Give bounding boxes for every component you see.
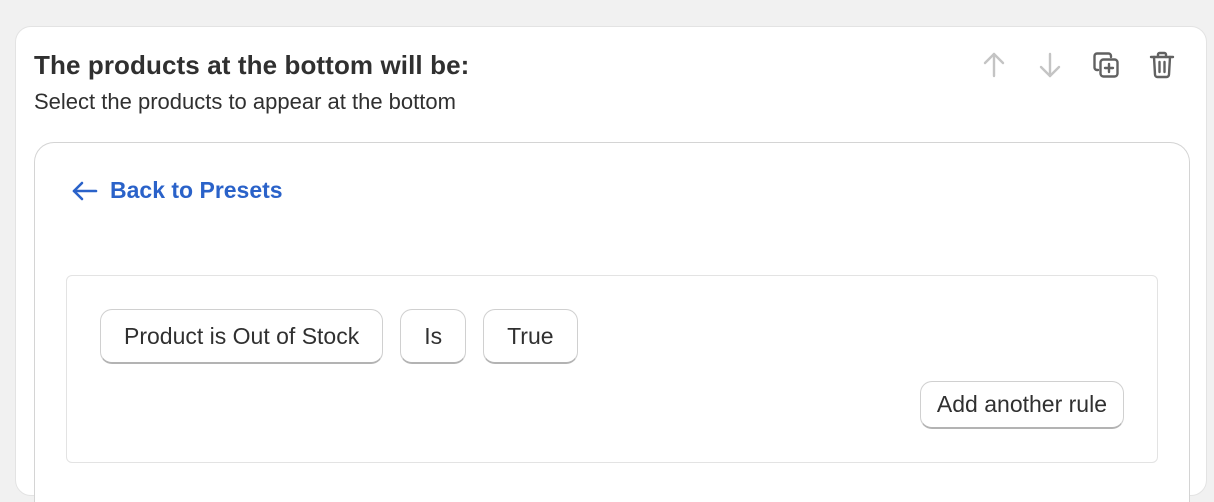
section-toolbar (976, 47, 1180, 83)
move-up-button[interactable] (976, 47, 1012, 83)
delete-button[interactable] (1144, 47, 1180, 83)
section-title: The products at the bottom will be: (34, 50, 470, 80)
arrow-up-icon (983, 52, 1005, 78)
back-to-presets-link[interactable]: Back to Presets (71, 177, 283, 204)
duplicate-button[interactable] (1088, 47, 1124, 83)
move-down-button[interactable] (1032, 47, 1068, 83)
trash-icon (1149, 51, 1175, 79)
rule-value-button[interactable]: True (483, 309, 578, 364)
add-another-rule-button[interactable]: Add another rule (919, 381, 1124, 429)
section-subtitle: Select the products to appear at the bot… (34, 89, 456, 114)
arrow-left-icon (72, 181, 98, 200)
rules-box: Product is Out of Stock Is True Add anot… (66, 275, 1158, 463)
rule-row: Product is Out of Stock Is True (100, 309, 578, 364)
section-card: The products at the bottom will be: Sele… (15, 26, 1207, 502)
back-to-presets-label: Back to Presets (110, 177, 283, 203)
arrow-down-icon (1039, 52, 1061, 78)
rule-builder-panel: Back to Presets Product is Out of Stock … (34, 142, 1190, 502)
rule-field-button[interactable]: Product is Out of Stock (100, 309, 384, 364)
duplicate-icon (1093, 52, 1119, 78)
rule-operator-button[interactable]: Is (400, 309, 467, 364)
